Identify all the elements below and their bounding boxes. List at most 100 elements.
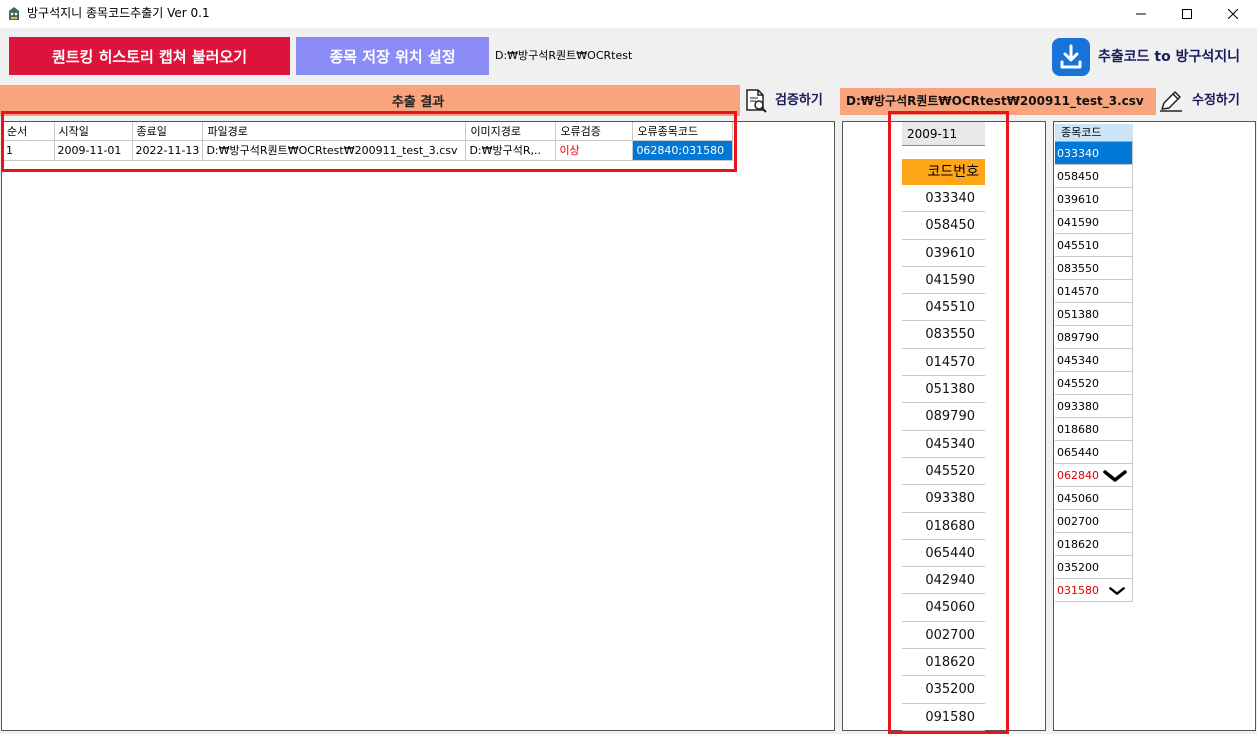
code-item[interactable]: 083550 [902, 321, 985, 349]
close-button[interactable] [1210, 0, 1256, 28]
stock-code-item[interactable]: 014570 [1055, 280, 1133, 303]
column-header[interactable]: 종료일 [132, 122, 204, 141]
code-item[interactable]: 035200 [902, 676, 985, 704]
code-item[interactable]: 045520 [902, 458, 985, 486]
code-item[interactable]: 033340 [902, 185, 985, 213]
stock-code-item[interactable]: 093380 [1055, 395, 1133, 418]
cell-end-date[interactable]: 2022-11-13 [132, 140, 204, 161]
stock-code-item[interactable]: 045510 [1055, 234, 1133, 257]
code-item[interactable]: 042940 [902, 567, 985, 595]
column-header[interactable]: 순서 [3, 122, 55, 141]
code-item[interactable]: 045340 [902, 431, 985, 458]
code-item[interactable]: 089790 [902, 403, 985, 431]
column-header[interactable]: 이미지경로 [465, 122, 557, 141]
window-title: 방구석지니 종목코드추출기 Ver 0.1 [27, 6, 210, 20]
stock-code-list[interactable]: 033340 058450 039610 041590 045510 083550 0145… [1055, 142, 1133, 602]
code-item[interactable]: 018620 [902, 649, 985, 677]
stock-code-text: 018620 [1057, 538, 1099, 551]
set-location-button[interactable]: 종목 저장 위치 설정 [296, 37, 489, 75]
verify-button[interactable]: 검증하기 [740, 85, 836, 116]
column-header[interactable]: 오류종목코드 [632, 122, 734, 141]
code-item[interactable]: 039610 [902, 240, 985, 267]
chevron-down-icon[interactable] [1109, 584, 1125, 598]
stock-code-item[interactable]: 018620 [1055, 533, 1133, 556]
stock-code-item[interactable]: 051380 [1055, 303, 1133, 326]
close-icon [1228, 9, 1238, 19]
stock-code-item[interactable]: 035200 [1055, 556, 1133, 579]
stock-code-text: 065440 [1057, 446, 1099, 459]
edit-label: 수정하기 [1192, 93, 1240, 108]
cell-start-date[interactable]: 2009-11-01 [54, 140, 133, 161]
result-header: 추출 결과 [0, 85, 836, 116]
stock-code-item[interactable]: 058450 [1055, 165, 1133, 188]
stock-code-header[interactable]: 종목코드 [1055, 124, 1133, 142]
stock-code-item[interactable]: 045520 [1055, 372, 1133, 395]
stock-code-item[interactable]: 039610 [1055, 188, 1133, 211]
stock-code-text: 045340 [1057, 354, 1099, 367]
column-header[interactable]: 파일경로 [202, 122, 467, 141]
stock-code-item[interactable]: 031580 [1055, 579, 1133, 602]
verify-label: 검증하기 [775, 93, 823, 108]
code-item[interactable]: 041590 [902, 267, 985, 295]
result-table[interactable]: 순서 시작일 종료일 파일경로 이미지경로 오류검증 오류종목코드 1 2009… [3, 122, 734, 161]
stock-code-text: 058450 [1057, 170, 1099, 183]
cell-image-path[interactable]: D:₩방구석R,.. [465, 140, 557, 161]
minimize-button[interactable] [1118, 0, 1164, 28]
code-item[interactable]: 093380 [902, 485, 985, 513]
stock-code-text: 041590 [1057, 216, 1099, 229]
stock-code-item[interactable]: 089790 [1055, 326, 1133, 349]
code-item[interactable]: 018680 [902, 513, 985, 540]
code-item[interactable]: 091580 [902, 704, 985, 731]
app-logo-icon [9, 7, 19, 20]
code-item[interactable]: 045510 [902, 294, 985, 322]
minimize-icon [1136, 13, 1146, 15]
export-button[interactable] [1052, 38, 1090, 76]
table-header-row: 순서 시작일 종료일 파일경로 이미지경로 오류검증 오류종목코드 [3, 122, 734, 141]
stock-code-text: 002700 [1057, 515, 1099, 528]
document-search-icon [746, 89, 767, 113]
cell-file-path[interactable]: D:₩방구석R퀀트₩OCRtest₩200911_test_3.csv [202, 140, 467, 161]
edit-button[interactable]: 수정하기 [1156, 85, 1256, 116]
stock-code-text: 031580 [1057, 584, 1099, 597]
code-item[interactable]: 058450 [902, 212, 985, 240]
save-path-label: D:₩방구석R퀀트₩OCRtest [495, 49, 633, 62]
column-header[interactable]: 시작일 [54, 122, 133, 141]
stock-code-text: 051380 [1057, 308, 1099, 321]
title-bar: 방구석지니 종목코드추출기 Ver 0.1 [0, 0, 1257, 28]
download-icon [1060, 44, 1082, 69]
stock-code-item[interactable]: 083550 [1055, 257, 1133, 280]
csv-path-label: D:₩방구석R퀀트₩OCRtest₩200911_test_3.csv [840, 88, 1156, 115]
code-number-header: 코드번호 [902, 159, 985, 185]
cell-error-codes[interactable]: 062840;031580 [632, 140, 734, 161]
code-number-list[interactable]: 033340 058450 039610 041590 045510 083550 0145… [902, 185, 985, 731]
stock-code-text: 045510 [1057, 239, 1099, 252]
result-panel [1, 121, 835, 731]
stock-code-item[interactable]: 002700 [1055, 510, 1133, 533]
code-item[interactable]: 002700 [902, 622, 985, 650]
code-item[interactable]: 045060 [902, 594, 985, 622]
stock-code-item[interactable]: 045340 [1055, 349, 1133, 372]
maximize-button[interactable] [1164, 0, 1210, 28]
cell-order[interactable]: 1 [3, 140, 55, 161]
maximize-icon [1182, 9, 1192, 19]
stock-code-item[interactable]: 062840 [1055, 464, 1133, 487]
cell-error-check[interactable]: 이상 [555, 140, 634, 161]
stock-code-item[interactable]: 045060 [1055, 487, 1133, 510]
column-header[interactable]: 오류검증 [555, 122, 634, 141]
code-item[interactable]: 065440 [902, 540, 985, 568]
stock-code-item[interactable]: 018680 [1055, 418, 1133, 441]
stock-code-text: 045520 [1057, 377, 1099, 390]
load-history-button[interactable]: 퀀트킹 히스토리 캡쳐 불러오기 [9, 37, 290, 75]
stock-code-text: 089790 [1057, 331, 1099, 344]
stock-code-item[interactable]: 041590 [1055, 211, 1133, 234]
month-field[interactable]: 2009-11 [902, 122, 985, 146]
export-label[interactable]: 추출코드 to 방구석지니 [1098, 48, 1240, 66]
code-item[interactable]: 014570 [902, 349, 985, 377]
stock-code-text: 018680 [1057, 423, 1099, 436]
stock-code-item[interactable]: 033340 [1055, 142, 1133, 165]
code-item[interactable]: 051380 [902, 376, 985, 404]
table-row[interactable]: 1 2009-11-01 2022-11-13 D:₩방구석R퀀트₩OCRtes… [3, 140, 734, 161]
chevron-down-icon[interactable] [1103, 469, 1127, 483]
stock-code-text: 014570 [1057, 285, 1099, 298]
stock-code-item[interactable]: 065440 [1055, 441, 1133, 464]
